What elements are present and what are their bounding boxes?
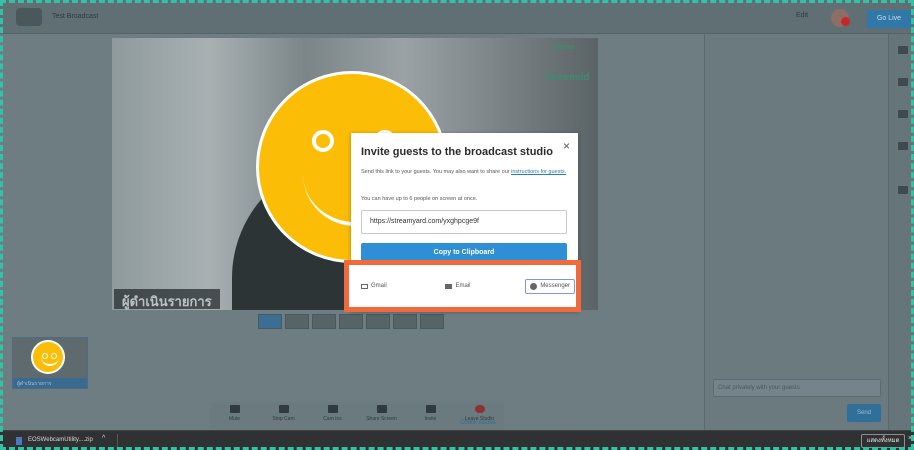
leave-icon — [474, 405, 485, 413]
guest-limit-text: You can have up to 6 people on screen at… — [361, 196, 478, 202]
gmail-share-button[interactable]: Gmail — [357, 279, 391, 294]
name-caption: ผู้ดำเนินรายการ — [114, 289, 220, 310]
invite-link-field[interactable]: https://streamyard.com/yxghpcge9f — [361, 210, 567, 234]
add-user-icon — [425, 405, 436, 413]
envelope-icon — [445, 283, 453, 289]
microphone-icon — [229, 405, 240, 413]
brand-logo: Orrezo — [552, 44, 575, 51]
gear-icon — [327, 405, 338, 413]
file-icon — [16, 437, 22, 445]
monitor-icon — [376, 405, 387, 413]
close-icon[interactable]: × — [563, 139, 570, 153]
brand-icon[interactable] — [898, 110, 908, 118]
participant-label: ผู้ดำเนินรายการ — [13, 378, 87, 388]
layout-full-button[interactable] — [420, 314, 444, 329]
edit-button[interactable]: Edit — [796, 12, 808, 19]
dialog-title: Invite guests to the broadcast studio — [361, 146, 553, 158]
instructions-link[interactable]: instructions for guests. — [511, 169, 566, 175]
layout-side-button[interactable] — [393, 314, 417, 329]
private-chat-icon[interactable] — [898, 142, 908, 150]
show-all-button[interactable]: แสดงทั้งหมด — [861, 434, 905, 448]
smiley-eye — [312, 130, 334, 152]
gmail-icon — [361, 283, 368, 289]
close-download-bar-icon[interactable]: × — [908, 435, 912, 442]
divider — [117, 434, 118, 448]
download-item[interactable]: EOSWebcamUtility....zip — [28, 437, 93, 443]
messenger-icon — [530, 282, 538, 290]
share-options-highlight: Gmail Email Messenger — [344, 260, 581, 312]
layout-pip-button[interactable] — [366, 314, 390, 329]
messenger-share-button[interactable]: Messenger — [525, 278, 575, 294]
cam-settings-button[interactable]: Cam Ins — [308, 402, 357, 430]
dialog-description: Send this link to your guests. You may a… — [361, 169, 567, 175]
go-live-button[interactable]: Go Live — [867, 10, 911, 28]
logo-icon — [16, 8, 42, 26]
chat-input[interactable]: Chat privately with your guests — [713, 379, 881, 397]
invite-button[interactable]: Invite — [406, 402, 455, 430]
download-bar: EOSWebcamUtility....zip ^ แสดงทั้งหมด × — [0, 430, 914, 450]
smiley-mouth — [41, 356, 59, 366]
check-issues-link[interactable]: Check issues — [460, 420, 496, 426]
share-screen-button[interactable]: Share Screen — [357, 402, 406, 430]
layout-split-button[interactable] — [339, 314, 363, 329]
mute-button[interactable]: Mute — [210, 402, 259, 430]
layout-leader-button[interactable] — [312, 314, 336, 329]
layout-solo-button[interactable] — [258, 314, 282, 329]
chevron-up-icon[interactable]: ^ — [102, 435, 105, 442]
email-share-button[interactable]: Email — [441, 279, 474, 294]
banners-icon[interactable] — [898, 78, 908, 86]
brand-name: Greensid — [546, 72, 590, 83]
camera-icon — [278, 405, 289, 413]
broadcast-title[interactable]: Test Broadcast — [52, 13, 98, 20]
stop-cam-button[interactable]: Stop Cam — [259, 402, 308, 430]
studio-header: Test Broadcast Edit Go Live — [0, 0, 914, 34]
comments-icon[interactable] — [898, 46, 908, 54]
chat-panel: Chat privately with your guests Send — [704, 34, 888, 430]
small-smiley-overlay — [31, 340, 65, 374]
layout-group-button[interactable] — [285, 314, 309, 329]
layout-selector — [258, 314, 444, 330]
share-options: Gmail Email Messenger — [357, 278, 575, 294]
send-button[interactable]: Send — [847, 404, 881, 422]
notification-badge — [841, 17, 850, 26]
settings-icon[interactable] — [898, 186, 908, 194]
right-rail — [888, 34, 914, 430]
